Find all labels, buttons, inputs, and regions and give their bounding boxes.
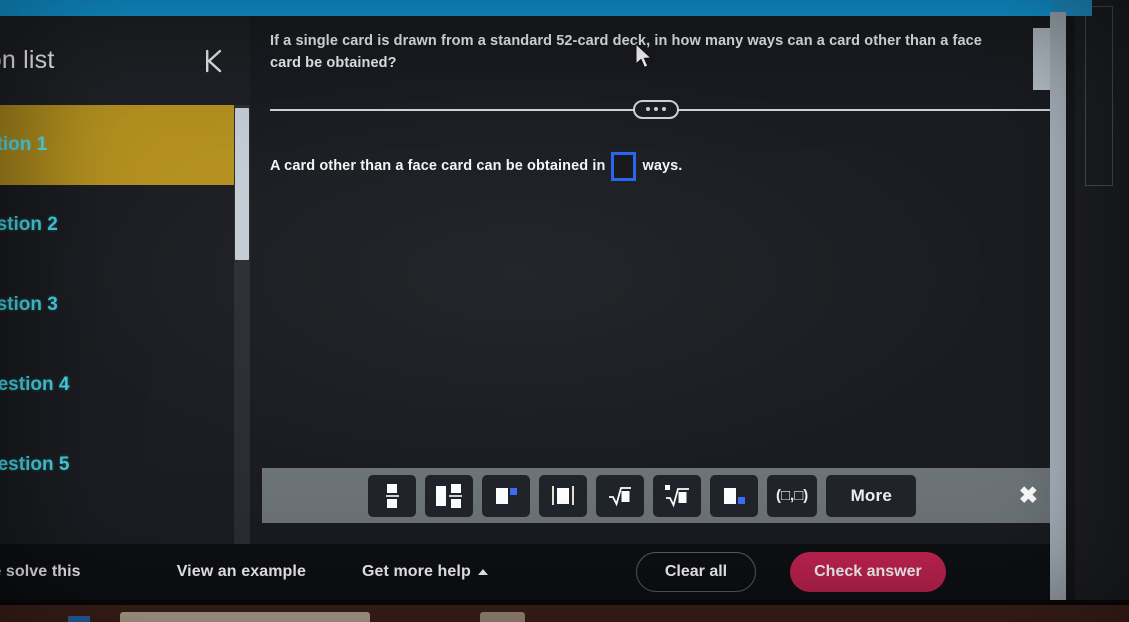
keyboard-key [480, 612, 525, 622]
math-keyboard-toolbar: (□,□) More ✖ [262, 468, 1064, 523]
ordered-pair-button[interactable]: (□,□) [767, 474, 818, 517]
exponent-icon [495, 487, 517, 504]
sidebar-item-question-1[interactable]: stion 1 [0, 105, 250, 185]
sidebar-item-question-2[interactable]: estion 2 [0, 185, 250, 265]
keyboard-key [120, 612, 370, 622]
absolute-value-icon [552, 486, 574, 505]
sidebar-item-label: uestion 5 [0, 454, 70, 475]
mixed-number-button[interactable] [425, 474, 473, 517]
keyboard-key [68, 616, 90, 622]
answer-prefix-text: A card other than a face card can be obt… [270, 158, 606, 175]
close-icon[interactable]: ✖ [1019, 484, 1038, 507]
subscript-icon [723, 487, 745, 504]
nth-root-button[interactable] [653, 474, 701, 517]
mixed-number-icon [436, 483, 462, 508]
fraction-button[interactable] [368, 474, 416, 517]
answer-statement: A card other than a face card can be obt… [270, 42, 1024, 181]
sidebar-header: ion list [0, 16, 250, 105]
help-me-solve-this-button[interactable]: me solve this [0, 563, 81, 581]
fraction-icon [385, 483, 399, 508]
more-button[interactable]: More [826, 474, 917, 517]
check-answer-button[interactable]: Check answer [790, 552, 946, 592]
page-title: ion list [0, 46, 55, 74]
sidebar-item-label: estion 3 [0, 294, 58, 315]
square-root-icon [608, 485, 632, 507]
sidebar-item-label: uestion 4 [0, 374, 70, 395]
browser-top-bar [0, 0, 1092, 16]
application-window: ion list stion 1 estion 2 estion 3 [0, 16, 1064, 600]
dot-icon [662, 107, 666, 112]
square-root-button[interactable] [596, 474, 644, 517]
nth-root-icon [664, 484, 690, 508]
collapse-left-icon[interactable] [198, 44, 232, 78]
action-bar: me solve this View an example Get more h… [0, 544, 1064, 600]
sidebar-item-label: stion 1 [0, 134, 48, 155]
view-an-example-button[interactable]: View an example [177, 563, 306, 581]
exponent-button[interactable] [482, 474, 530, 517]
answer-input-box[interactable] [611, 151, 637, 181]
dot-icon [646, 107, 650, 112]
get-more-help-label: Get more help [361, 563, 471, 580]
subscript-button[interactable] [710, 474, 758, 517]
sidebar-item-question-3[interactable]: estion 3 [0, 265, 250, 345]
question-prompt: If a single card is drawn from a standar… [270, 33, 982, 72]
absolute-value-button[interactable] [539, 474, 587, 517]
section-divider [270, 99, 1056, 120]
sidebar-scrollbar-thumb[interactable] [235, 108, 249, 260]
math-button-group: (□,□) More [368, 474, 917, 517]
question-content-panel: If a single card is drawn from a standar… [250, 16, 1064, 600]
clear-all-button[interactable]: Clear all [635, 552, 757, 592]
get-more-help-button[interactable]: Get more help [362, 563, 488, 581]
sidebar-item-question-5[interactable]: uestion 5 [0, 425, 250, 505]
background-artifact [1085, 6, 1113, 186]
caret-up-icon [477, 569, 488, 575]
question-list: stion 1 estion 2 estion 3 uestion 4 uest… [0, 105, 250, 505]
screen-photo: ion list stion 1 estion 2 estion 3 [0, 0, 1129, 622]
sidebar-item-label: estion 2 [0, 214, 58, 235]
more-button-label: More [850, 485, 892, 505]
dot-icon [654, 107, 658, 112]
question-list-sidebar: ion list stion 1 estion 2 estion 3 [0, 16, 250, 600]
three-dots-handle[interactable] [633, 99, 679, 119]
sidebar-item-question-4[interactable]: uestion 4 [0, 345, 250, 425]
answer-suffix-text: ways. [642, 158, 683, 175]
ordered-pair-icon: (□,□) [776, 487, 809, 504]
page-scrollbar[interactable] [1050, 12, 1066, 600]
